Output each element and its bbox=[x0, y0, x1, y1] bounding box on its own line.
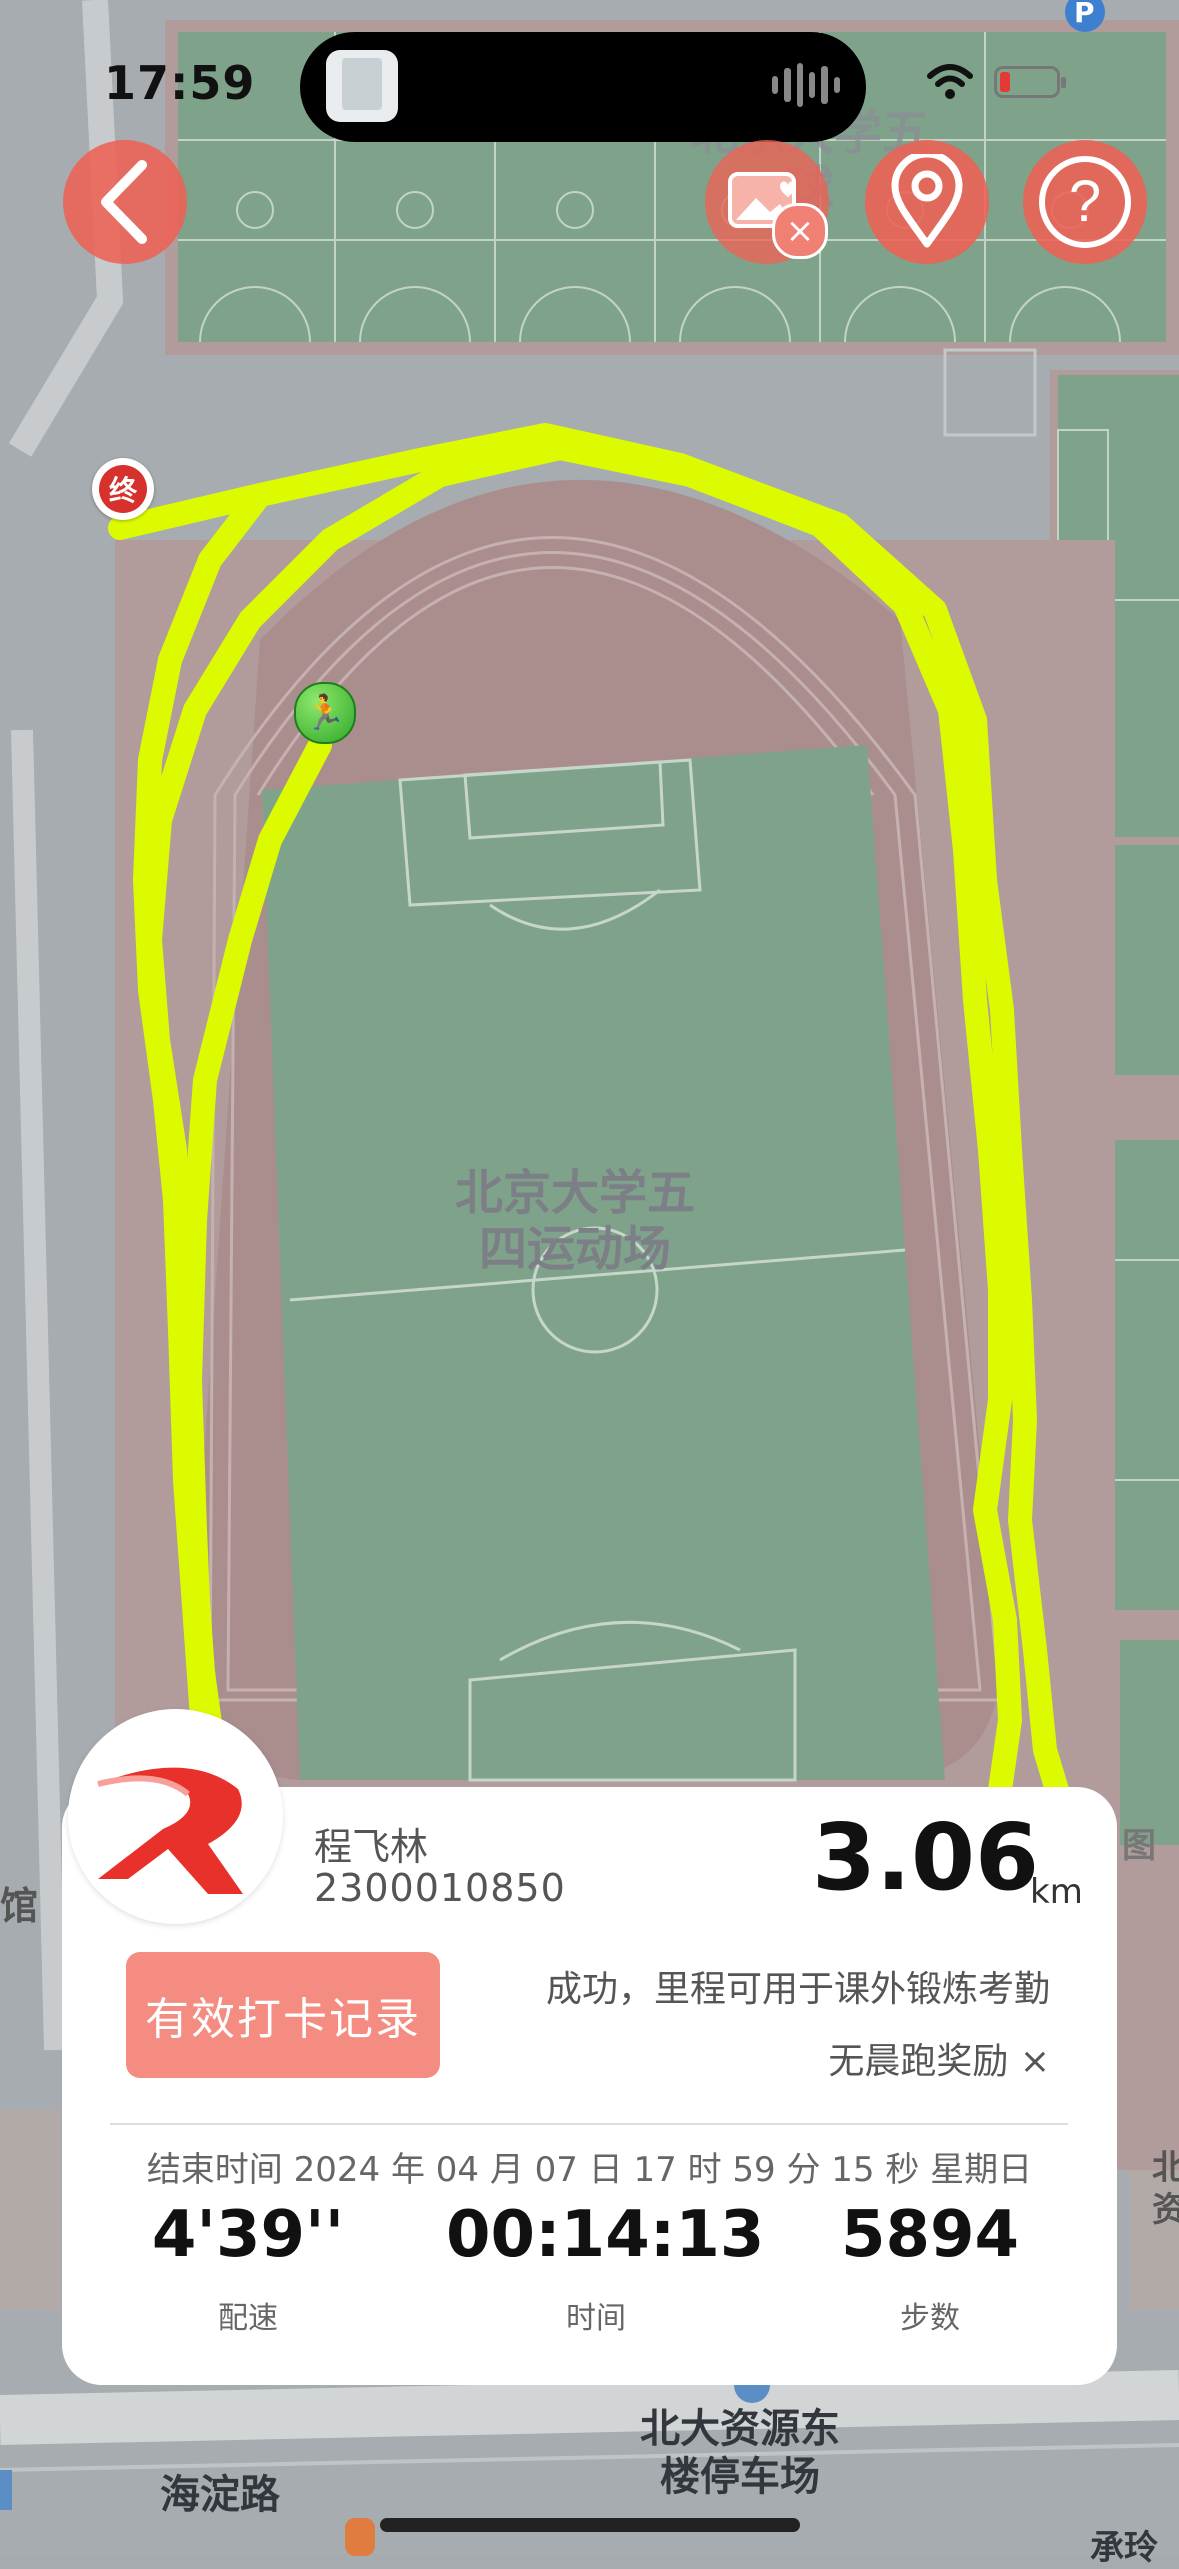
voice-waveform-icon bbox=[772, 62, 840, 108]
parking-label: 北大资源东 楼停车场 bbox=[640, 2405, 840, 2501]
map-block bbox=[0, 2110, 60, 2310]
question-icon: ? bbox=[1039, 156, 1131, 248]
field-label-line2: 四运动场 bbox=[479, 1221, 672, 1277]
help-glyph: ? bbox=[1068, 169, 1102, 234]
valid-record-button[interactable]: 有效打卡记录 bbox=[126, 1952, 440, 2078]
status-text: 成功，里程可用于课外锻炼考勤 bbox=[545, 1969, 1050, 2010]
divider bbox=[110, 2123, 1068, 2125]
photo-remove-badge[interactable]: × bbox=[772, 203, 828, 259]
parking-label-line2: 楼停车场 bbox=[660, 2454, 820, 2500]
time-label: 时间 bbox=[566, 2301, 626, 2336]
edge-label-left: 馆 bbox=[0, 1884, 39, 1928]
end-marker-text: 终 bbox=[108, 474, 137, 507]
start-marker[interactable]: 🏃 bbox=[294, 682, 356, 744]
help-button[interactable]: ? bbox=[1023, 140, 1147, 264]
battery-icon bbox=[994, 66, 1066, 98]
map-marker bbox=[0, 2470, 12, 2510]
app-logo-icon bbox=[97, 1767, 243, 1894]
runner-icon: 🏃 bbox=[303, 693, 347, 733]
location-pin-icon bbox=[891, 154, 963, 248]
island-app-thumbnail bbox=[326, 50, 398, 122]
road-label: 海淀路 bbox=[160, 2472, 280, 2518]
end-marker[interactable]: 终 bbox=[92, 458, 154, 520]
status-time: 17:59 bbox=[104, 56, 256, 110]
wifi-icon bbox=[927, 64, 973, 99]
map-marker bbox=[345, 2518, 375, 2556]
distance-value: 3.06 bbox=[812, 1804, 1039, 1911]
chevron-left-icon bbox=[101, 160, 147, 244]
location-button[interactable] bbox=[865, 140, 989, 264]
student-id: 2300010850 bbox=[314, 1866, 566, 1910]
back-button[interactable] bbox=[63, 140, 187, 264]
bottom-right-label: 承玲 bbox=[1090, 2528, 1158, 2568]
field-label-line1: 北京大学五 bbox=[455, 1165, 696, 1221]
distance-unit: km bbox=[1030, 1872, 1083, 1912]
pace-value: 4'39'' bbox=[151, 2198, 345, 2272]
parking-p-label: P bbox=[1074, 0, 1095, 29]
end-time: 结束时间 2024 年 04 月 07 日 17 时 59 分 15 秒 星期日 bbox=[146, 2150, 1033, 2190]
edge-label-right3: 资 bbox=[1152, 2190, 1179, 2230]
end-marker-badge: 终 bbox=[99, 465, 147, 513]
close-icon: × bbox=[785, 211, 815, 251]
time-value: 00:14:13 bbox=[446, 2198, 765, 2272]
steps-value: 5894 bbox=[840, 2198, 1020, 2272]
parking-label-line1: 北大资源东 bbox=[640, 2406, 840, 2452]
user-name: 程飞林 bbox=[314, 1825, 429, 1869]
field-label: 北京大学五 四运动场 bbox=[455, 1165, 695, 1277]
reward-text: 无晨跑奖励 × bbox=[828, 2041, 1050, 2082]
pace-label: 配速 bbox=[218, 2301, 278, 2336]
steps-label: 步数 bbox=[900, 2301, 960, 2336]
edge-label-right: 图 bbox=[1122, 1826, 1156, 1866]
app-logo bbox=[68, 1709, 283, 1924]
home-indicator[interactable] bbox=[380, 2518, 800, 2532]
map-road bbox=[0, 2370, 1179, 2445]
